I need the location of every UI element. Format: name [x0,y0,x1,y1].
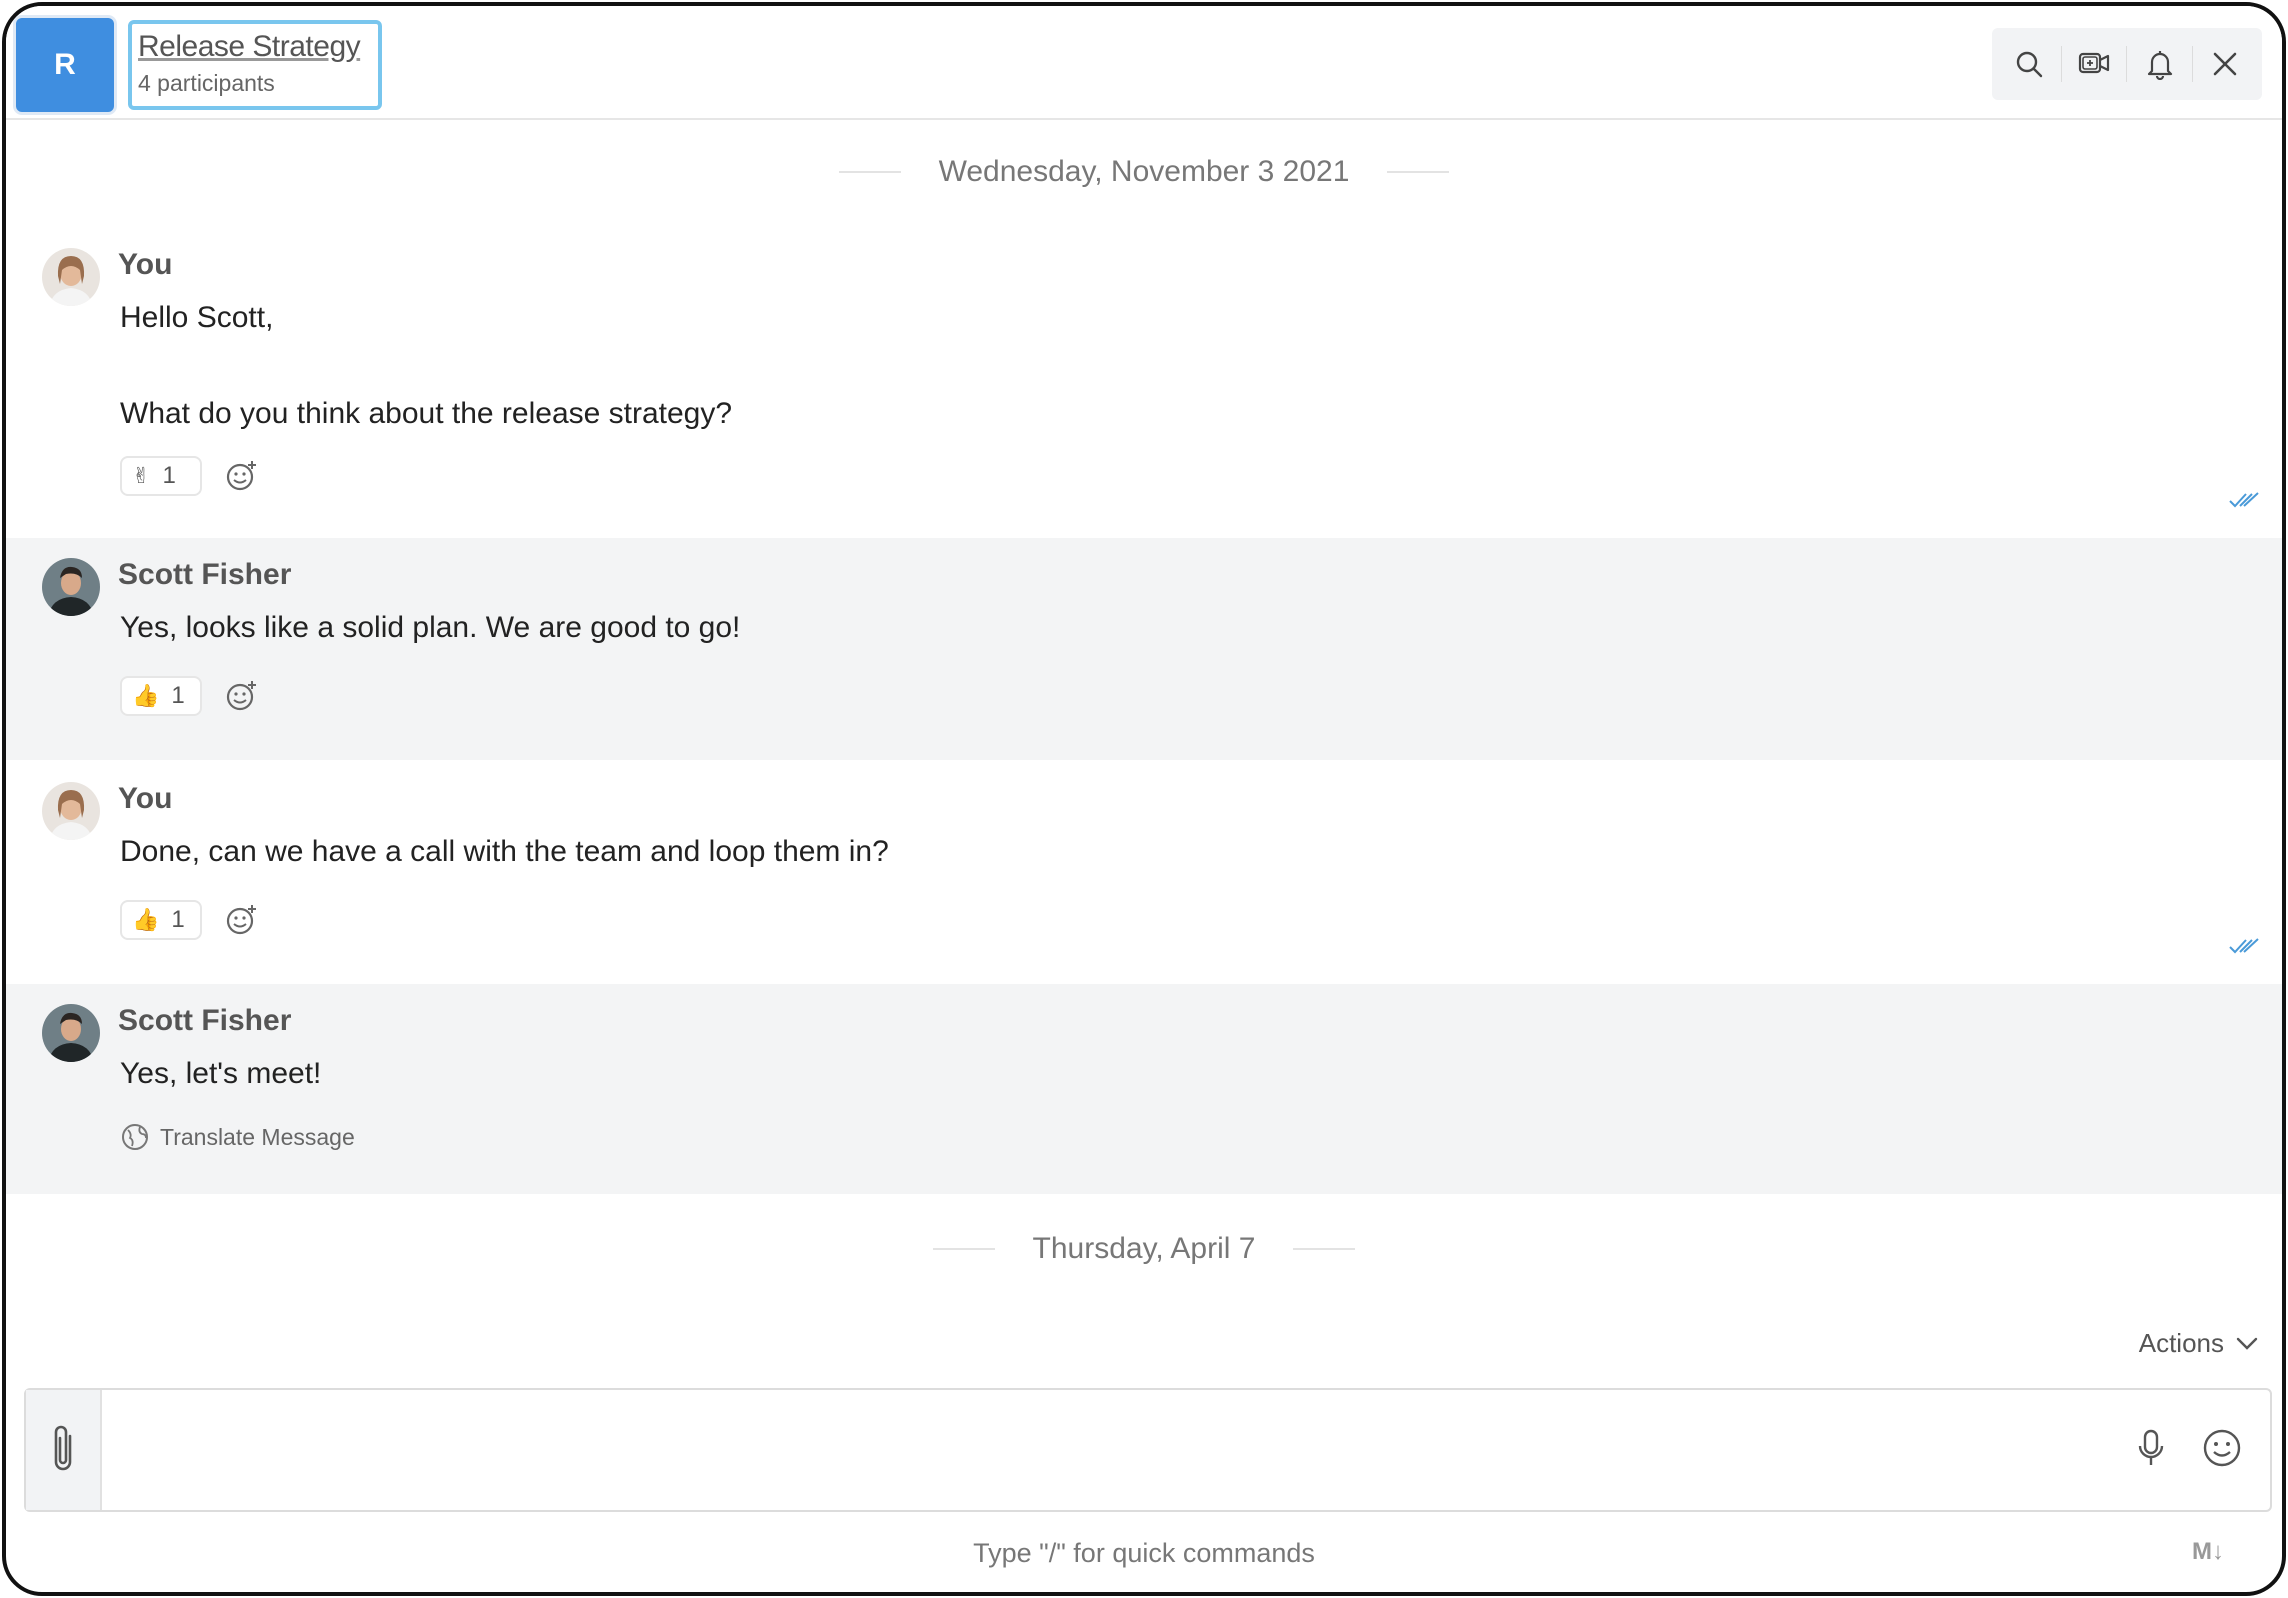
attach-button[interactable] [26,1390,102,1510]
divider-line [1293,1248,1356,1250]
avatar[interactable] [42,558,100,616]
notification-bell-icon [2147,51,2172,80]
avatar[interactable] [42,248,100,306]
reaction-count: 1 [162,462,176,489]
chat-window: R Release Strategy 4 participants Wednes… [2,2,2286,1596]
quick-commands-hint: Type "/" for quick commands [973,1538,1315,1568]
user-avatar-icon [42,248,100,306]
date-separator: Thursday, April 7 [6,1194,2282,1304]
reaction-count: 1 [171,682,185,709]
message-input[interactable] [116,1414,2016,1484]
message-text: What do you think about the release stra… [120,397,733,430]
avatar[interactable] [42,782,100,840]
microphone-icon[interactable] [2136,1428,2166,1468]
room-title[interactable]: Release Strategy [138,30,372,64]
add-reaction-icon[interactable] [224,679,258,713]
actions-label: Actions [2138,1328,2224,1358]
message-author[interactable]: Scott Fisher [118,1004,291,1038]
message-item[interactable]: Scott Fisher Yes, let's meet! Translate … [6,984,2282,1194]
reaction-emoji: 👍 [132,907,160,932]
message-list[interactable]: Wednesday, November 3 2021 You Hello Sco… [6,122,2282,1312]
message-text: Yes, let's meet! [120,1057,322,1090]
user-avatar-icon [42,782,100,840]
paperclip-icon [54,1425,72,1471]
video-call-icon [2079,52,2110,74]
emoji-icon[interactable] [2202,1428,2242,1468]
video-call-button[interactable] [2068,38,2120,90]
reaction-chip[interactable]: 👍 1 [120,676,202,716]
markdown-badge[interactable]: M↓ [2192,1538,2224,1566]
participants-count: 4 participants [138,70,275,96]
reaction-chip[interactable]: 👍 1 [120,900,202,940]
chevron-down-icon [2236,1337,2258,1350]
toolbar-divider [2191,46,2193,82]
search-icon [2016,51,2043,78]
message-author[interactable]: You [118,782,172,816]
message-author[interactable]: You [118,248,172,282]
close-button[interactable] [2199,38,2251,90]
notifications-button[interactable] [2134,38,2186,90]
user-avatar-icon [42,1004,100,1062]
date-label: Thursday, April 7 [1032,1232,1256,1265]
date-label: Wednesday, November 3 2021 [938,155,1350,188]
divider-line [838,171,901,173]
translate-label: Translate Message [160,1123,355,1150]
room-header: R Release Strategy 4 participants [6,6,2282,120]
actions-dropdown[interactable]: Actions [2139,1328,2258,1359]
read-receipt-icon [2229,938,2259,954]
date-separator: Wednesday, November 3 2021 [6,122,2282,222]
room-avatar[interactable]: R [16,18,114,112]
avatar[interactable] [42,1004,100,1062]
reaction-count: 1 [171,906,185,933]
message-text: Done, can we have a call with the team a… [120,835,889,868]
user-avatar-icon [42,558,100,616]
message-item[interactable]: You Hello Scott, What do you think about… [6,222,2282,538]
read-receipt-icon [2229,492,2259,508]
add-reaction-icon[interactable] [224,903,258,937]
message-author[interactable]: Scott Fisher [118,558,291,592]
globe-icon [122,1124,148,1150]
divider-line [932,1248,995,1250]
add-reaction-icon[interactable] [224,459,258,493]
close-icon [2213,52,2237,76]
message-text: Hello Scott, [120,301,274,334]
toolbar-divider [2061,46,2063,82]
translate-message-button[interactable]: Translate Message [120,1122,355,1152]
reaction-emoji: ✌ [132,463,151,488]
toolbar-divider [2126,46,2128,82]
message-text: Yes, looks like a solid plan. We are goo… [120,611,741,644]
message-composer [24,1388,2272,1512]
message-item[interactable]: You Done, can we have a call with the te… [6,760,2282,984]
header-toolbar [1992,28,2262,100]
message-item[interactable]: Scott Fisher Yes, looks like a solid pla… [6,538,2282,760]
search-button[interactable] [2003,38,2055,90]
reaction-emoji: 👍 [132,683,160,708]
divider-line [1387,171,1450,173]
room-title-editor[interactable]: Release Strategy 4 participants [128,20,382,110]
reaction-chip[interactable]: ✌ 1 [120,456,202,496]
